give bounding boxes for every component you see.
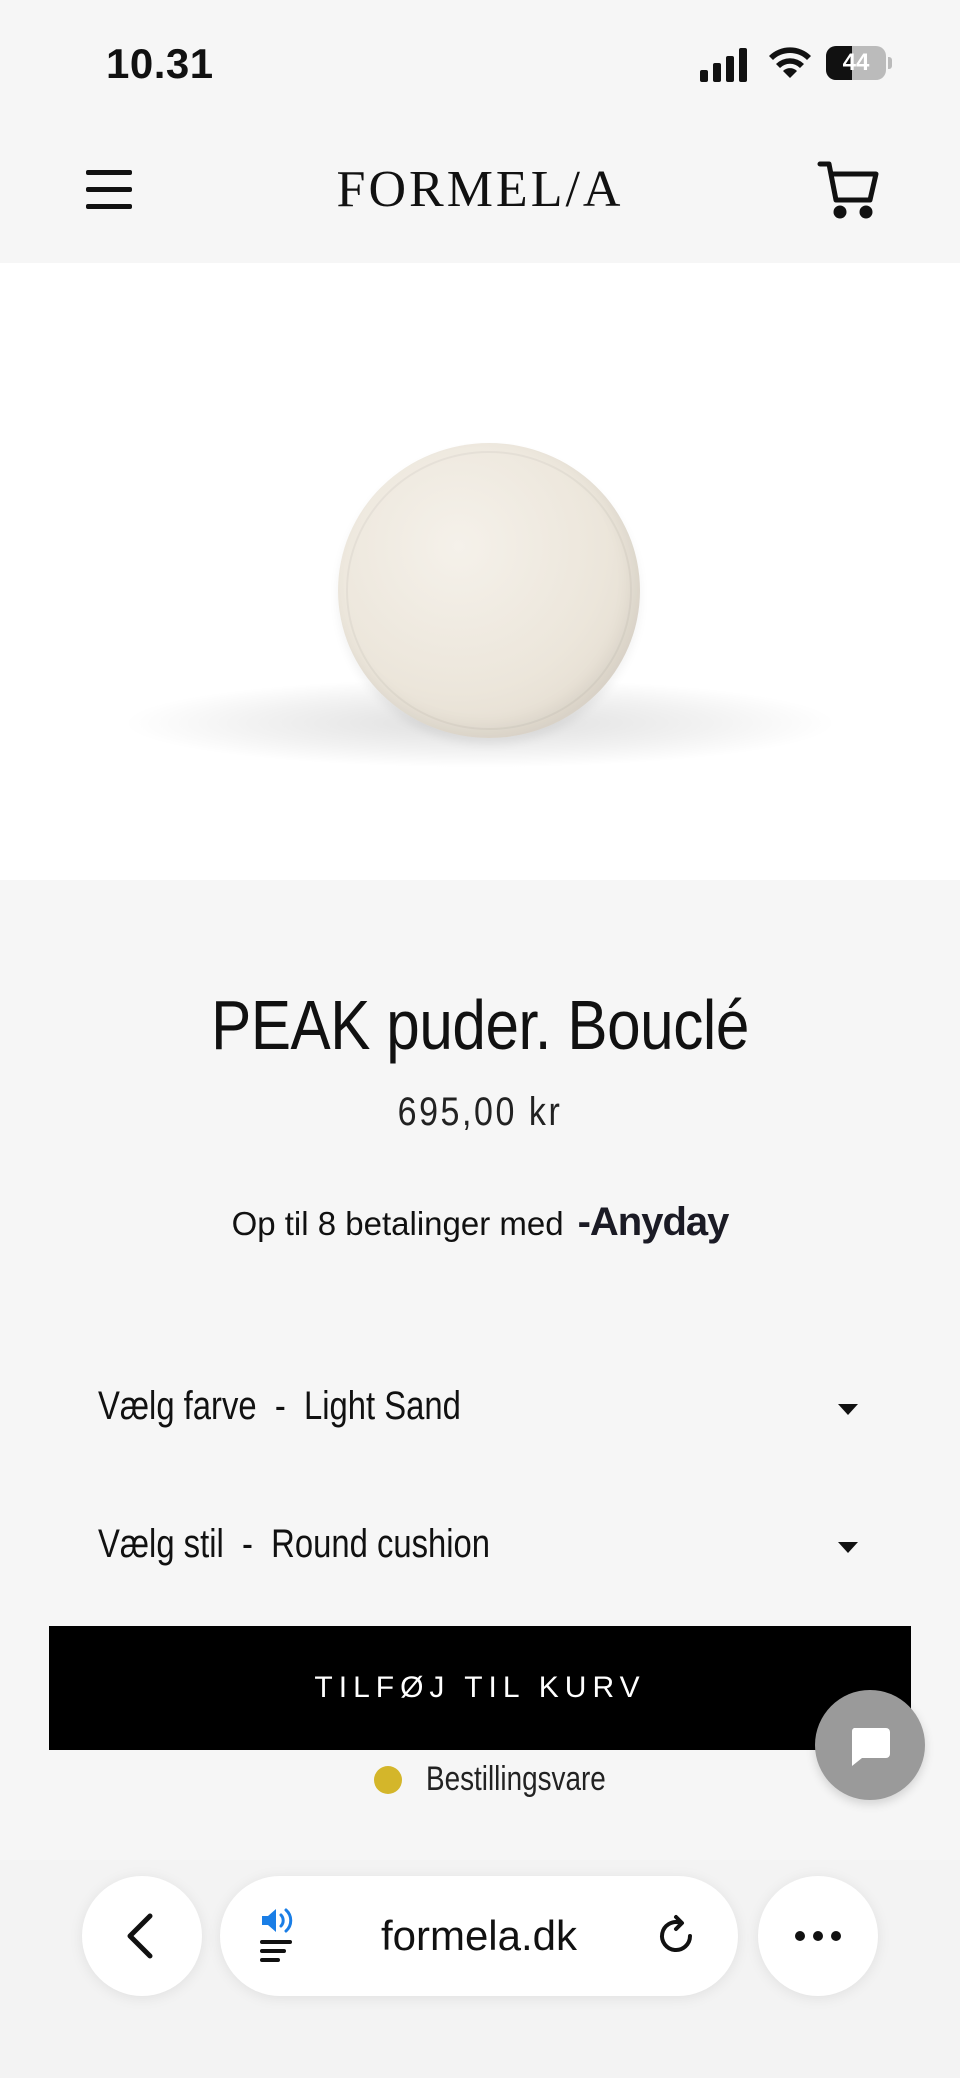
- product-price: 695,00 kr: [397, 1090, 563, 1134]
- add-to-cart-button[interactable]: TILFØJ TIL KURV: [49, 1626, 911, 1750]
- menu-button[interactable]: [86, 166, 134, 214]
- color-select-label: Vælg farve - Light Sand: [98, 1384, 461, 1428]
- product-image[interactable]: [0, 263, 960, 880]
- more-options-button[interactable]: [758, 1876, 878, 1996]
- color-select[interactable]: Vælg farve - Light Sand: [98, 1374, 858, 1444]
- stock-status-text: Bestillingsvare: [426, 1760, 606, 1798]
- browser-toolbar: formela.dk: [0, 1860, 960, 2078]
- hamburger-menu-icon: [86, 170, 132, 175]
- site-logo[interactable]: FORMEL/A: [300, 160, 660, 219]
- installments-info: Op til 8 betalinger med -Anyday: [0, 1200, 960, 1245]
- style-select-label: Vælg stil - Round cushion: [98, 1522, 490, 1566]
- reload-icon[interactable]: [654, 1914, 698, 1958]
- battery-indicator: 44: [826, 46, 892, 80]
- color-select-value: Light Sand: [303, 1384, 461, 1428]
- ellipsis-icon: [795, 1931, 841, 1941]
- chevron-down-icon: [838, 1542, 858, 1553]
- chat-button[interactable]: [815, 1690, 925, 1800]
- style-select-value: Round cushion: [271, 1522, 490, 1566]
- style-select[interactable]: Vælg stil - Round cushion: [98, 1512, 858, 1582]
- chat-bubble-icon: [851, 1728, 890, 1766]
- cart-button[interactable]: [816, 158, 880, 222]
- site-header: FORMEL/A: [0, 130, 960, 263]
- round-cushion-image: [338, 443, 640, 738]
- chevron-down-icon: [838, 1404, 858, 1415]
- chevron-left-icon: [127, 1913, 153, 1959]
- shopping-cart-icon: [817, 161, 879, 219]
- back-button[interactable]: [82, 1876, 202, 1996]
- battery-level: 44: [842, 49, 870, 76]
- address-bar[interactable]: formela.dk: [220, 1876, 738, 1996]
- signal-icon: [700, 48, 747, 82]
- installments-text: Op til 8 betalinger med: [231, 1205, 564, 1242]
- wifi-icon: [769, 47, 811, 78]
- status-bar: 10.31 44: [0, 0, 960, 130]
- stock-status-dot: [374, 1766, 402, 1794]
- product-title: PEAK puder. Bouclé: [211, 986, 749, 1064]
- anyday-logo: -Anyday: [577, 1200, 730, 1244]
- status-time: 10.31: [106, 40, 214, 87]
